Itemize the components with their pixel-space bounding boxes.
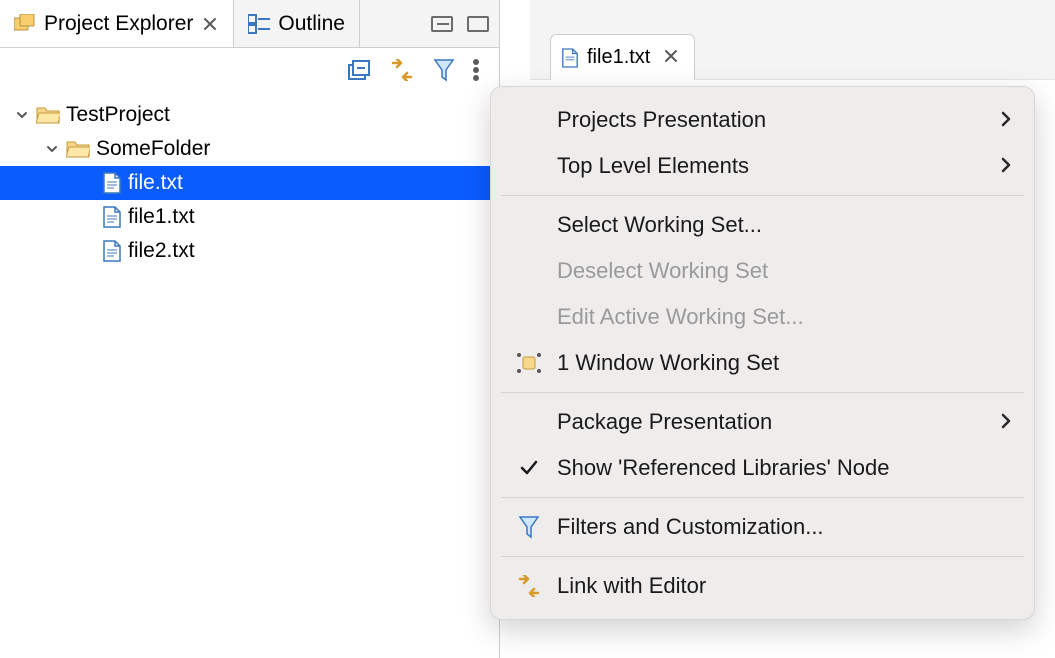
tree-node-label: SomeFolder	[96, 137, 210, 161]
editor-tab-label: file1.txt	[587, 46, 650, 69]
chevron-right-icon	[1000, 107, 1012, 133]
menu-package-presentation[interactable]: Package Presentation	[491, 399, 1034, 445]
chevron-right-icon	[1000, 409, 1012, 435]
menu-item-label: Top Level Elements	[557, 153, 988, 179]
menu-item-label: Projects Presentation	[557, 107, 988, 133]
editor-tabbar: file1.txt	[530, 0, 1055, 80]
tree-project-node[interactable]: TestProject	[0, 98, 499, 132]
menu-deselect-working-set: Deselect Working Set	[491, 248, 1034, 294]
outline-icon	[248, 14, 270, 34]
file-icon	[102, 240, 122, 262]
menu-edit-active-working-set: Edit Active Working Set...	[491, 294, 1034, 340]
tree-node-label: file.txt	[128, 171, 183, 195]
menu-select-working-set[interactable]: Select Working Set...	[491, 202, 1034, 248]
close-icon[interactable]	[201, 15, 219, 33]
chevron-down-icon[interactable]	[44, 142, 60, 156]
tab-outline[interactable]: Outline	[234, 0, 360, 47]
link-with-editor-icon	[513, 575, 545, 597]
menu-item-label: 1 Window Working Set	[557, 350, 1012, 376]
menu-separator	[501, 392, 1024, 393]
filter-icon[interactable]	[433, 58, 455, 82]
menu-window-working-set[interactable]: 1 Window Working Set	[491, 340, 1034, 386]
project-tree: TestProject SomeFolder file.txt	[0, 92, 499, 274]
working-set-icon	[513, 352, 545, 374]
tree-node-label: TestProject	[66, 103, 170, 127]
file-icon	[102, 206, 122, 228]
file-icon	[102, 172, 122, 194]
view-menu-icon[interactable]	[473, 59, 479, 81]
menu-item-label: Show 'Referenced Libraries' Node	[557, 455, 1012, 481]
menu-top-level-elements[interactable]: Top Level Elements	[491, 143, 1034, 189]
project-explorer-icon	[14, 14, 36, 34]
chevron-down-icon[interactable]	[14, 108, 30, 122]
tree-folder-node[interactable]: SomeFolder	[0, 132, 499, 166]
view-tabbar: Project Explorer Outline	[0, 0, 499, 48]
collapse-all-icon[interactable]	[347, 59, 371, 81]
minimize-view-icon[interactable]	[431, 16, 453, 32]
tree-file-node[interactable]: file1.txt	[0, 200, 499, 234]
checkmark-icon	[513, 459, 545, 477]
menu-separator	[501, 195, 1024, 196]
project-explorer-view: Project Explorer Outline	[0, 0, 500, 658]
editor-tab[interactable]: file1.txt	[550, 34, 695, 80]
tree-file-node[interactable]: file.txt	[0, 166, 499, 200]
tab-project-explorer[interactable]: Project Explorer	[0, 0, 234, 47]
filter-icon	[513, 515, 545, 539]
menu-item-label: Edit Active Working Set...	[557, 304, 1012, 330]
open-folder-icon	[66, 139, 90, 159]
link-with-editor-icon[interactable]	[389, 59, 415, 81]
view-window-controls	[431, 0, 499, 47]
menu-item-label: Deselect Working Set	[557, 258, 1012, 284]
tree-file-node[interactable]: file2.txt	[0, 234, 499, 268]
chevron-right-icon	[1000, 153, 1012, 179]
menu-show-referenced-libraries[interactable]: Show 'Referenced Libraries' Node	[491, 445, 1034, 491]
tree-node-label: file2.txt	[128, 239, 195, 263]
menu-filters-customization[interactable]: Filters and Customization...	[491, 504, 1034, 550]
maximize-view-icon[interactable]	[467, 16, 489, 32]
menu-link-with-editor[interactable]: Link with Editor	[491, 563, 1034, 609]
view-toolbar	[0, 48, 499, 92]
tab-label: Outline	[278, 12, 345, 36]
tree-node-label: file1.txt	[128, 205, 195, 229]
menu-separator	[501, 556, 1024, 557]
close-icon[interactable]	[664, 46, 678, 69]
view-menu-popup: Projects Presentation Top Level Elements…	[490, 86, 1035, 620]
file-icon	[561, 48, 579, 68]
menu-item-label: Link with Editor	[557, 573, 1012, 599]
tab-label: Project Explorer	[44, 12, 193, 36]
menu-item-label: Filters and Customization...	[557, 514, 1012, 540]
menu-projects-presentation[interactable]: Projects Presentation	[491, 97, 1034, 143]
open-project-icon	[36, 105, 60, 125]
menu-separator	[501, 497, 1024, 498]
menu-item-label: Select Working Set...	[557, 212, 1012, 238]
menu-item-label: Package Presentation	[557, 409, 988, 435]
